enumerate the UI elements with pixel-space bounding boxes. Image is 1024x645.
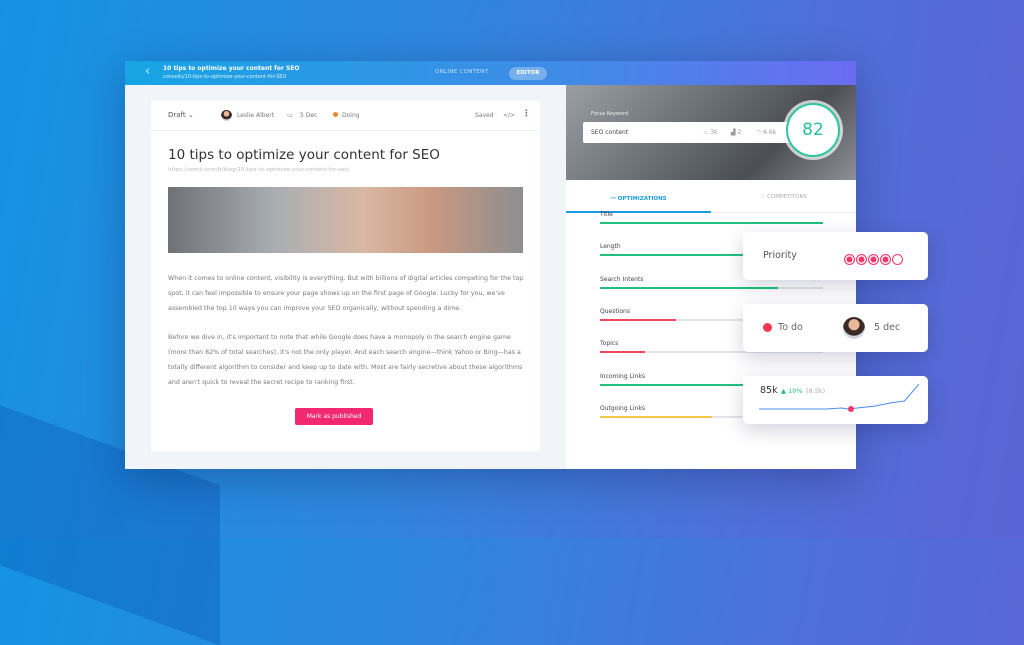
priority-circle-icon[interactable] <box>856 254 867 265</box>
tab-editor[interactable]: EDITOR <box>509 67 547 80</box>
more-icon[interactable]: ⋮ <box>522 109 531 119</box>
paragraph[interactable]: Before we dive in, it's important to not… <box>168 330 528 390</box>
priority-card: Priority <box>743 232 928 280</box>
tab-competitors[interactable]: ♡ COMPETITORS <box>711 194 856 200</box>
priority-circle-icon[interactable] <box>892 254 903 265</box>
priority-circle-icon[interactable] <box>844 254 855 265</box>
due-date[interactable]: 5 Dec <box>300 112 317 119</box>
metric-name: Outgoing Links <box>600 404 645 412</box>
task-status: To do <box>778 322 803 333</box>
code-icon[interactable]: </> <box>503 112 515 119</box>
editor-card: Draft ⌄ Leslie Albert ▭ 5 Dec Doing Save… <box>151 101 540 451</box>
priority-rating[interactable] <box>844 249 904 268</box>
avatar <box>843 317 865 339</box>
metric-name: Length <box>600 243 621 251</box>
editor-toolbar: Draft ⌄ Leslie Albert ▭ 5 Dec Doing Save… <box>151 101 540 131</box>
tab-optimizations[interactable]: 〰 OPTIMIZATIONS <box>566 194 711 202</box>
status-dot-icon <box>763 323 772 332</box>
task-card: To do 5 dec <box>743 304 928 352</box>
focus-keyword-label: Focus Keyword <box>591 111 629 117</box>
metric-bar-fill <box>600 415 712 418</box>
calendar-icon: ▭ <box>287 112 293 119</box>
metric-name: Incoming Links <box>600 372 645 380</box>
avatar <box>221 110 232 121</box>
author: Leslie Albert <box>237 112 275 119</box>
state-badge[interactable]: Doing <box>333 112 360 119</box>
metric-bar-fill <box>600 222 823 224</box>
sparkline-line <box>759 383 919 410</box>
metric-bar <box>600 286 823 289</box>
back-chevron-icon[interactable]: ‹ <box>145 64 150 79</box>
clicks: ◠ 6.6k <box>756 129 777 136</box>
task-date: 5 dec <box>874 322 901 333</box>
status-dropdown[interactable]: Draft ⌄ <box>168 111 194 119</box>
volume: ♨ 3k <box>703 129 718 136</box>
rank: ▟ 2 <box>731 129 742 136</box>
tab-online-content[interactable]: ONLINE CONTENT <box>435 69 488 75</box>
article-title[interactable]: 10 tips to optimize your content for SEO <box>168 147 440 163</box>
article-url: https://semji.com/fr/blog/10-tips-to-opt… <box>168 167 350 173</box>
traffic-card: 85k ▲ 10% (8.5k) <box>743 376 928 424</box>
traffic-sparkline <box>759 383 919 412</box>
paragraph[interactable]: When it comes to online content, visibil… <box>168 271 528 316</box>
metric-bar-fill <box>600 286 779 289</box>
header-path: conseils/10-tips-to-optimize-your-conten… <box>163 74 287 80</box>
metric-bar <box>600 222 823 224</box>
metric-row[interactable]: Title <box>600 211 823 224</box>
seo-score: 82 <box>786 103 840 157</box>
priority-circle-icon[interactable] <box>868 254 879 265</box>
header-title: 10 tips to optimize your content for SEO <box>163 65 300 72</box>
metric-bar-fill <box>600 318 676 321</box>
metric-name: Search Intents <box>600 275 644 283</box>
priority-circle-icon[interactable] <box>880 254 891 265</box>
metric-bar-fill <box>600 351 645 354</box>
panel-tabs: 〰 OPTIMIZATIONS ♡ COMPETITORS <box>566 180 856 213</box>
priority-label: Priority <box>763 250 797 261</box>
hero-image <box>168 187 523 253</box>
header: ‹ 10 tips to optimize your content for S… <box>125 61 856 85</box>
sparkline-point <box>848 406 854 412</box>
metric-name: Title <box>600 211 613 218</box>
keyword-box[interactable]: SEO content ♨ 3k ▟ 2 ◠ 6.6k <box>583 122 793 143</box>
keyword-value: SEO content <box>591 129 629 136</box>
metric-name: Topics <box>600 340 619 348</box>
mark-as-published-button[interactable]: Mark as published <box>295 408 373 425</box>
saved-status: Saved <box>475 112 494 119</box>
metric-name: Questions <box>600 307 630 315</box>
